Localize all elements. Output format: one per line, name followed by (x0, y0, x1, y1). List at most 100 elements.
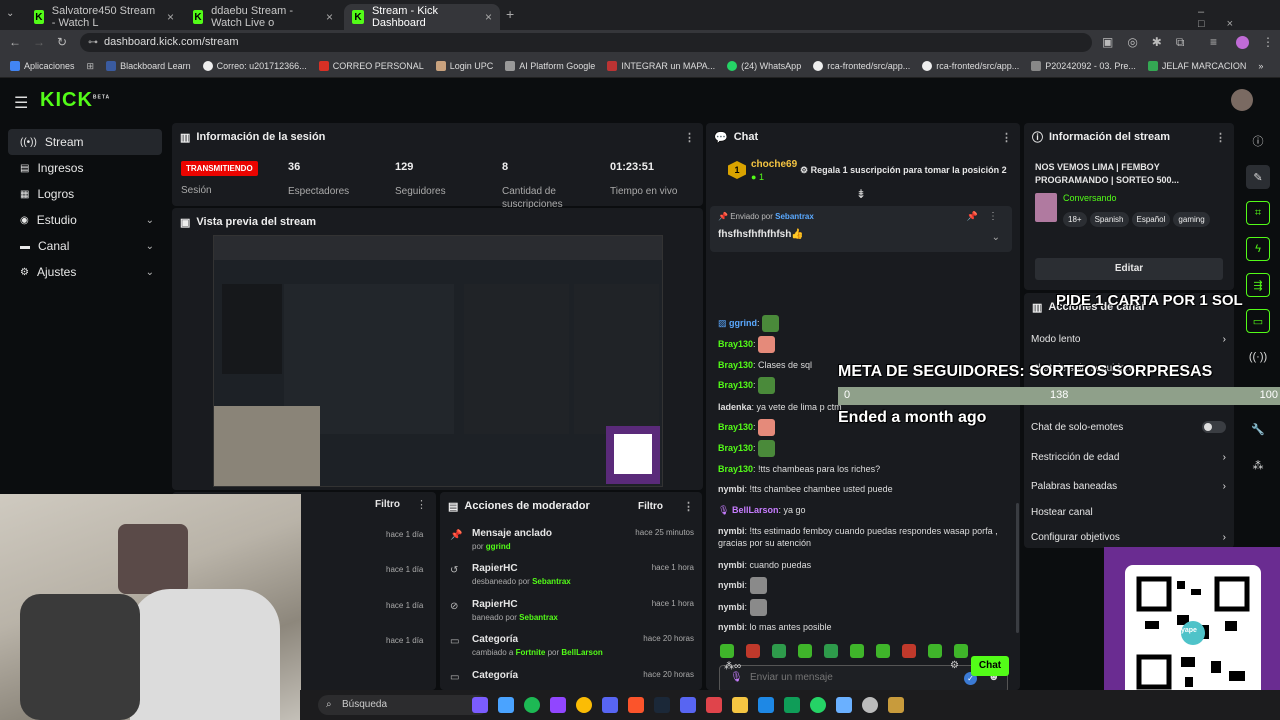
app-icon[interactable] (758, 697, 774, 713)
discord-icon[interactable] (680, 697, 696, 713)
window-controls[interactable]: –□× (1198, 6, 1280, 30)
game-icon[interactable] (888, 697, 904, 713)
emote-button[interactable] (772, 644, 786, 658)
chat-message[interactable]: nymbi: cuando puedas (718, 559, 811, 571)
app-icon[interactable] (472, 697, 488, 713)
more-options-icon[interactable]: ⋮ (988, 211, 998, 222)
more-options-icon[interactable]: ⋮ (683, 500, 694, 513)
chat-message[interactable]: Bray130: !tts chambeas para los riches? (718, 463, 880, 475)
filter-button[interactable]: Filtro (375, 499, 400, 510)
chat-action-age-restriction[interactable]: Restricción de edad › (1031, 445, 1226, 469)
chat-bubble-icon[interactable]: ▭ (1246, 309, 1270, 333)
back-icon[interactable]: ← (9, 30, 21, 55)
sidebar-item-canal[interactable]: ▬ Canal ⌄ (8, 233, 162, 259)
sidebar-item-logros[interactable]: ▦ Logros (8, 181, 162, 207)
bookmark-item[interactable]: AI Platform Google (499, 61, 601, 71)
emote-button[interactable] (902, 644, 916, 658)
chat-message[interactable]: Bray130: (718, 336, 776, 353)
sidebar-item-estudio[interactable]: ◉ Estudio ⌄ (8, 207, 162, 233)
points-icon[interactable]: ⁂∞ (724, 661, 741, 672)
emotes-only-toggle[interactable] (1202, 421, 1226, 433)
bookmark-item[interactable]: INTEGRAR un MAPA... (601, 61, 721, 71)
site-info-icon[interactable]: ⊶ (88, 33, 98, 52)
chat-message[interactable]: nymbi: (718, 599, 767, 616)
browser-tab-3[interactable]: K Stream - Kick Dashboard × (344, 4, 500, 30)
twitch-icon[interactable] (550, 697, 566, 713)
chat-username[interactable]: nymbi (718, 526, 745, 536)
bookmark-item[interactable]: Blackboard Learn (100, 61, 197, 71)
bookmark-item[interactable]: rca-fronted/src/app... (807, 61, 916, 71)
chat-username[interactable]: nymbi (718, 622, 745, 632)
chat-action-emotes-only[interactable]: Chat de solo-emotes (1031, 415, 1226, 439)
close-tab-icon[interactable]: × (326, 10, 333, 24)
chat-username[interactable]: nymbi (718, 580, 745, 590)
chat-message[interactable]: Bray130: (718, 377, 776, 394)
chat-username[interactable]: Bray130 (718, 443, 753, 453)
bookmark-apps[interactable]: Aplicaciones (0, 61, 81, 71)
edit-stream-button[interactable]: Editar (1035, 258, 1223, 280)
wrench-icon[interactable]: 🔧 (1246, 417, 1270, 441)
tab-search-icon[interactable]: ⌄ (6, 8, 14, 19)
filter-button[interactable]: Filtro (638, 501, 663, 512)
bookmark-item[interactable]: Correo: u201712366... (197, 61, 313, 71)
chat-username[interactable]: nymbi (718, 484, 745, 494)
kick-logo[interactable]: KICKBETA (40, 89, 110, 112)
gift-prompt[interactable]: ⚙ Regala 1 suscripción para tomar la pos… (800, 165, 1007, 176)
chat-input[interactable] (750, 672, 950, 683)
emote-button[interactable] (850, 644, 864, 658)
send-chat-button[interactable]: Chat (971, 656, 1009, 676)
brave-icon[interactable] (628, 697, 644, 713)
chat-message[interactable]: Bray130: (718, 440, 776, 457)
edit-icon[interactable]: ✎ (1246, 165, 1270, 189)
chat-username[interactable]: Bray130 (718, 360, 753, 370)
gift-user[interactable]: choche69 (751, 159, 797, 170)
browser-tab-1[interactable]: K Salvatore450 Stream - Watch L × (26, 4, 182, 30)
bookmark-item[interactable]: Login UPC (430, 61, 500, 71)
chat-username[interactable]: Bray130 (718, 422, 753, 432)
emote-button[interactable] (798, 644, 812, 658)
new-tab-icon[interactable]: + (506, 6, 514, 22)
chat-message[interactable]: 🎙 BellLarson: ya go (718, 504, 806, 516)
chat-message[interactable]: Bray130: Clases de sql (718, 359, 812, 371)
chat-username[interactable]: BellLarson (732, 505, 779, 515)
emote-button[interactable] (746, 644, 760, 658)
chat-action-host[interactable]: Hostear canal (1031, 500, 1226, 524)
app-icon[interactable] (836, 697, 852, 713)
emote-button[interactable] (954, 644, 968, 658)
emote-button[interactable] (720, 644, 734, 658)
bookmark-item[interactable]: JELAF MARCACION (1142, 61, 1253, 71)
app-icon[interactable] (784, 697, 800, 713)
stream-preview-video[interactable] (213, 235, 663, 487)
discord-icon[interactable] (602, 697, 618, 713)
more-icon[interactable]: ⋮ (1262, 30, 1274, 55)
more-options-icon[interactable]: ⋮ (684, 131, 695, 144)
raid-icon[interactable]: ⇶ (1246, 273, 1270, 297)
chat-action-goals[interactable]: Configurar objetivos › (1031, 525, 1226, 549)
chat-message[interactable]: ladenka: ya vete de lima p ctm (718, 401, 842, 413)
steam-icon[interactable] (654, 697, 670, 713)
chat-scrollbar[interactable] (1016, 503, 1019, 633)
bookmark-item[interactable]: (24) WhatsApp (721, 61, 807, 71)
clip-icon[interactable]: ⌗ (1246, 201, 1270, 225)
chat-username[interactable]: nymbi (718, 602, 745, 612)
chevron-down-icon[interactable]: ⌄ (992, 232, 1000, 243)
bookmark-item[interactable]: P20242092 - 03. Pre... (1025, 61, 1142, 71)
sidebar-item-stream[interactable]: ((•)) Stream (8, 129, 162, 155)
sidebar-item-ajustes[interactable]: ⚙ Ajustes ⌄ (8, 259, 162, 285)
more-options-icon[interactable]: ⋮ (416, 498, 427, 511)
app-icon[interactable] (706, 697, 722, 713)
bookmark-item[interactable]: ⊞ (81, 61, 101, 72)
extension-icons[interactable]: ▣◎✱⧉ (1102, 30, 1198, 55)
chat-username[interactable]: Bray130 (718, 339, 753, 349)
forward-icon[interactable]: → (33, 30, 45, 55)
chat-message[interactable]: nymbi: (718, 577, 767, 594)
emote-button[interactable] (824, 644, 838, 658)
reload-icon[interactable]: ↻ (57, 30, 67, 55)
chat-username[interactable]: nymbi (718, 560, 745, 570)
chrome-icon[interactable] (576, 697, 592, 713)
app-icon[interactable] (498, 697, 514, 713)
chat-username[interactable]: ggrind (729, 318, 757, 328)
chat-message[interactable]: nymbi: !tts chambee chambee usted puede (718, 483, 893, 495)
emote-button[interactable] (928, 644, 942, 658)
share-icon[interactable]: ⁂ (1246, 453, 1270, 477)
